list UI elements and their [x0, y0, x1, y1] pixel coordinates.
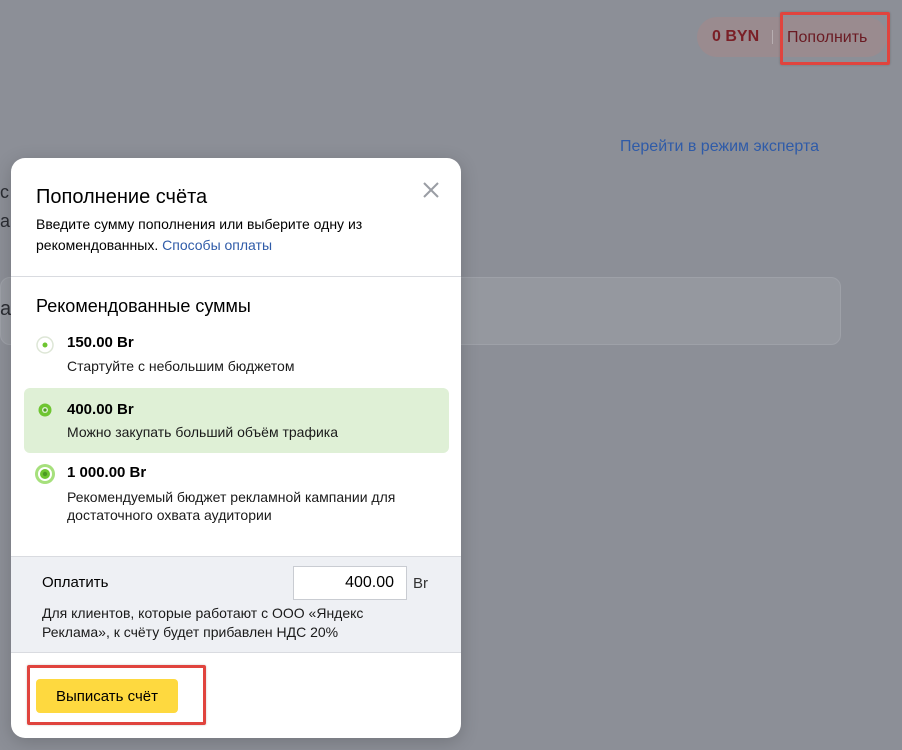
- amount-option-value: 400.00 Br: [67, 401, 134, 418]
- divider: [11, 276, 461, 277]
- divider: [11, 556, 461, 557]
- currency-label: Br: [413, 575, 428, 592]
- radio-level-3-icon: [35, 464, 55, 484]
- amount-option-description: Можно закупать больший объём трафика: [67, 424, 339, 440]
- balance-amount: 0 BYN: [712, 28, 760, 45]
- amount-input[interactable]: [293, 566, 407, 600]
- modal-description: Введите сумму пополнения или выберите од…: [36, 214, 416, 256]
- highlight-box-topup: [780, 12, 890, 65]
- modal-title: Пополнение счёта: [36, 186, 208, 208]
- radio-level-1-icon: [36, 336, 54, 354]
- highlight-box-invoice: [27, 665, 206, 725]
- amount-option-description: Рекомендуемый бюджет рекламной кампании …: [67, 489, 396, 523]
- amount-option-value: 150.00 Br: [67, 334, 134, 351]
- amount-option-150[interactable]: 150.00 Br Стартуйте с небольшим бюджетом: [24, 323, 449, 379]
- amount-option-1000[interactable]: 1 000.00 Br Рекомендуемый бюджет рекламн…: [24, 456, 449, 538]
- background-input-text-fragment: а: [0, 298, 12, 320]
- recommended-amounts-title: Рекомендованные суммы: [36, 296, 251, 316]
- topup-modal: Пополнение счёта Введите сумму пополнени…: [11, 158, 461, 738]
- amount-option-value: 1 000.00 Br: [67, 464, 147, 481]
- radio-level-2-icon: [38, 403, 52, 417]
- balance-divider: [772, 30, 773, 44]
- amount-option-description: Стартуйте с небольшим бюджетом: [67, 358, 295, 374]
- payment-methods-link[interactable]: Способы оплаты: [162, 237, 272, 253]
- vat-note: Для клиентов, которые работают с ООО «Ян…: [42, 605, 364, 640]
- close-icon[interactable]: [420, 179, 442, 201]
- background-text-fragment: а: [0, 211, 11, 231]
- amount-option-400[interactable]: 400.00 Br Можно закупать больший объём т…: [24, 388, 449, 453]
- pay-label: Оплатить: [42, 574, 109, 591]
- divider: [11, 652, 461, 653]
- background-text-fragment: с: [0, 182, 9, 202]
- expert-mode-link[interactable]: Перейти в режим эксперта: [620, 138, 819, 156]
- payment-section: Оплатить Br Для клиентов, которые работа…: [11, 556, 461, 652]
